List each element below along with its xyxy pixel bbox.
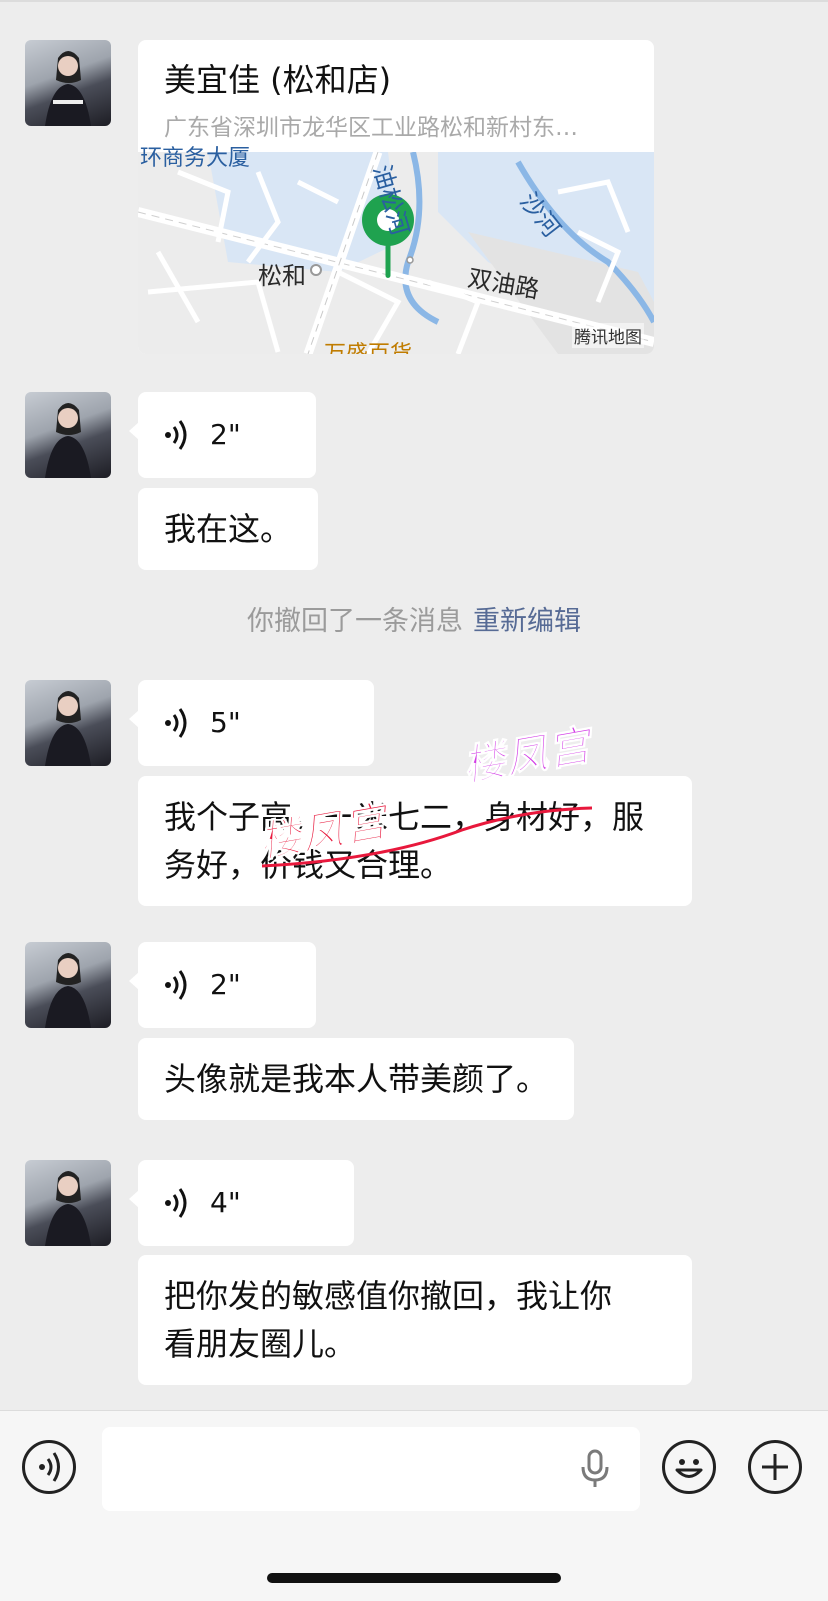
chat-input-bar <box>0 1410 828 1601</box>
voice-duration: 2" <box>210 418 241 451</box>
map-label-place: 松和 <box>258 262 306 290</box>
voice-wave-icon <box>165 1188 187 1218</box>
voice-input-icon <box>39 1452 60 1482</box>
voice-duration: 5" <box>210 706 241 739</box>
location-name: 美宜佳 (松和店) <box>164 61 392 99</box>
re-edit-link[interactable]: 重新编辑 <box>473 606 581 637</box>
voice-message[interactable]: 2" <box>129 942 316 1028</box>
avatar[interactable] <box>25 1160 111 1246</box>
top-divider <box>0 0 828 2</box>
voice-duration: 2" <box>210 968 241 1001</box>
more-button[interactable] <box>748 1440 802 1494</box>
text-message[interactable]: 把你发的敏感值你撤回，我让你 看朋友圈儿。 <box>138 1255 692 1385</box>
map-credit: 腾讯地图 <box>572 323 644 348</box>
avatar[interactable] <box>25 392 111 478</box>
message-input[interactable] <box>102 1427 640 1511</box>
avatar[interactable] <box>25 942 111 1028</box>
home-indicator <box>267 1573 561 1583</box>
emoji-button[interactable] <box>662 1440 716 1494</box>
microphone-icon[interactable] <box>580 1449 610 1489</box>
plus-icon <box>762 1454 788 1480</box>
map-preview[interactable]: 松和 双油路 油松河 沙河 环商务大厦 万盛百货 腾讯地图 <box>138 146 654 354</box>
avatar[interactable] <box>25 680 111 766</box>
voice-message[interactable]: 4" <box>129 1160 354 1246</box>
avatar[interactable] <box>25 40 111 126</box>
recall-notice: 你撤回了一条消息 重新编辑 <box>0 602 828 642</box>
emoji-icon <box>675 1459 703 1478</box>
text-message[interactable]: 头像就是我本人带美颜了。 <box>138 1038 575 1120</box>
voice-wave-icon <box>165 708 187 738</box>
voice-duration: 4" <box>210 1186 241 1219</box>
map-label-building: 环商务大厦 <box>140 146 251 171</box>
voice-message[interactable]: 5" <box>129 680 374 766</box>
voice-input-button[interactable] <box>22 1440 76 1494</box>
recall-text: 你撤回了一条消息 <box>247 606 463 637</box>
voice-message[interactable]: 2" <box>129 392 316 478</box>
voice-wave-icon <box>165 420 187 450</box>
location-message[interactable]: 美宜佳 (松和店) 广东省深圳市龙华区工业路松和新村东… 松和 双油路 油松河 … <box>138 40 654 354</box>
voice-wave-icon <box>165 970 187 1000</box>
text-message[interactable]: 我在这。 <box>138 488 319 570</box>
map-poi: 万盛百货 <box>324 336 412 354</box>
